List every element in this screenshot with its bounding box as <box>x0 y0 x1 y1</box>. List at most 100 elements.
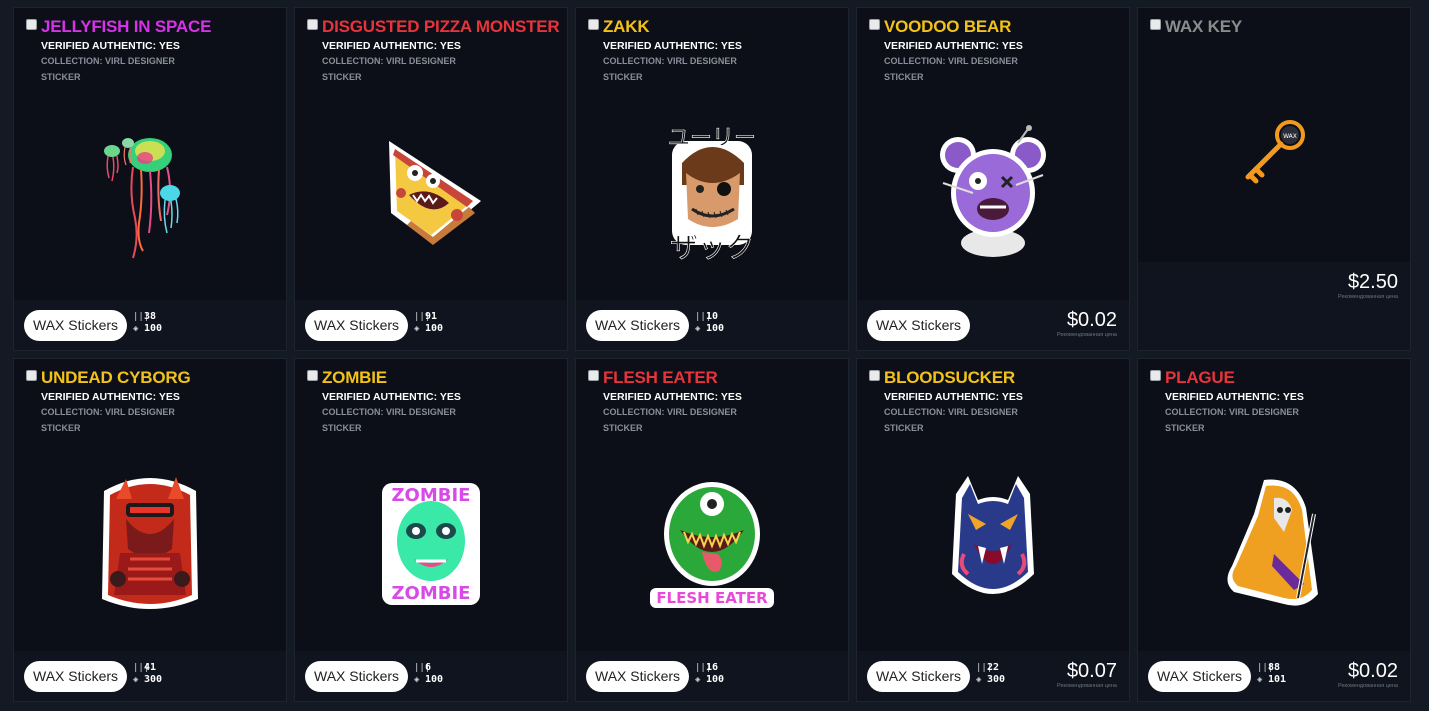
item-card[interactable]: BLOODSUCKER VERIFIED AUTHENTIC: YES COLL… <box>856 358 1130 702</box>
item-image <box>857 439 1129 649</box>
verified-label: VERIFIED AUTHENTIC: YES <box>603 40 742 52</box>
price-value: $0.02 <box>1066 309 1117 331</box>
mint-number: 91 <box>425 311 438 322</box>
select-checkbox[interactable] <box>307 19 318 30</box>
price-note: Рекомендованная цена <box>1338 294 1398 300</box>
collection-badge[interactable]: WAX Stickers <box>305 310 409 341</box>
barcode-icon: ||| <box>695 312 712 322</box>
mint-number: 16 <box>706 662 719 673</box>
select-checkbox[interactable] <box>588 19 599 30</box>
collection-label: COLLECTION: VIRL DESIGNER <box>1165 407 1299 417</box>
max-supply: 100 <box>706 674 725 685</box>
collection-badge[interactable]: WAX Stickers <box>586 661 690 692</box>
verified-label: VERIFIED AUTHENTIC: YES <box>41 391 180 403</box>
collection-label: COLLECTION: VIRL DESIGNER <box>41 56 175 66</box>
item-title: ZAKK <box>603 17 650 36</box>
item-card[interactable]: DISGUSTED PIZZA MONSTER VERIFIED AUTHENT… <box>294 7 568 351</box>
item-title: FLESH EATER <box>603 368 718 387</box>
barcode-icon: ||| <box>414 663 431 673</box>
price-value: $0.02 <box>1347 660 1398 682</box>
max-supply: 100 <box>425 323 444 334</box>
collection-label: COLLECTION: VIRL DESIGNER <box>884 56 1018 66</box>
zakk-art-text-top: ユーリー <box>668 126 756 151</box>
inventory-grid: JELLYFISH IN SPACE VERIFIED AUTHENTIC: Y… <box>13 7 1411 702</box>
price-note: Рекомендованная цена <box>1338 683 1398 689</box>
max-supply: 100 <box>425 674 444 685</box>
item-card[interactable]: FLESH EATER VERIFIED AUTHENTIC: YES COLL… <box>575 358 849 702</box>
bloodsucker-sticker-icon <box>952 476 1034 594</box>
collection-badge[interactable]: WAX Stickers <box>24 661 128 692</box>
item-card[interactable]: PLAGUE VERIFIED AUTHENTIC: YES COLLECTIO… <box>1137 358 1411 702</box>
zombie-art-text-bottom: ZOMBIE <box>392 583 471 604</box>
select-checkbox[interactable] <box>26 19 37 30</box>
select-checkbox[interactable] <box>26 370 37 381</box>
max-supply: 100 <box>144 323 163 334</box>
select-checkbox[interactable] <box>869 19 880 30</box>
item-image <box>295 88 567 298</box>
item-card[interactable]: VOODOO BEAR VERIFIED AUTHENTIC: YES COLL… <box>856 7 1130 351</box>
collection-badge[interactable]: WAX Stickers <box>1148 661 1252 692</box>
type-label: STICKER <box>41 72 81 82</box>
item-card[interactable]: ZAKK VERIFIED AUTHENTIC: YES COLLECTION:… <box>575 7 849 351</box>
item-title: ZOMBIE <box>322 368 387 387</box>
collection-badge[interactable]: WAX Stickers <box>586 310 690 341</box>
stack-icon: ◈ <box>695 324 701 334</box>
collection-label: COLLECTION: VIRL DESIGNER <box>603 407 737 417</box>
type-label: STICKER <box>603 72 643 82</box>
collection-badge[interactable]: WAX Stickers <box>24 310 128 341</box>
stack-icon: ◈ <box>976 675 982 685</box>
item-title: JELLYFISH IN SPACE <box>41 17 212 36</box>
barcode-icon: ||| <box>133 312 150 322</box>
item-title: BLOODSUCKER <box>884 368 1015 387</box>
wax-key-icon: WAX <box>1245 120 1305 184</box>
collection-label: COLLECTION: VIRL DESIGNER <box>322 56 456 66</box>
mint-number: 6 <box>425 662 432 673</box>
collection-badge[interactable]: WAX Stickers <box>305 661 409 692</box>
mint-stats: |||88 ◈ 101 <box>1257 662 1286 686</box>
select-checkbox[interactable] <box>307 370 318 381</box>
verified-label: VERIFIED AUTHENTIC: YES <box>603 391 742 403</box>
select-checkbox[interactable] <box>869 370 880 381</box>
mint-stats: |||10 ◈ 100 <box>695 311 724 335</box>
mint-stats: |||6 ◈ 100 <box>414 662 443 686</box>
select-checkbox[interactable] <box>1150 19 1161 30</box>
stack-icon: ◈ <box>133 675 139 685</box>
type-label: STICKER <box>1165 423 1205 433</box>
undead-cyborg-sticker-icon <box>102 477 198 609</box>
mint-number: 38 <box>144 311 157 322</box>
item-image <box>1138 439 1410 649</box>
mint-number: 22 <box>987 662 1000 673</box>
type-label: STICKER <box>884 72 924 82</box>
stack-icon: ◈ <box>1257 675 1263 685</box>
verified-label: VERIFIED AUTHENTIC: YES <box>884 40 1023 52</box>
mint-number: 41 <box>144 662 157 673</box>
item-card[interactable]: UNDEAD CYBORG VERIFIED AUTHENTIC: YES CO… <box>13 358 287 702</box>
mint-stats: |||16 ◈ 100 <box>695 662 724 686</box>
verified-label: VERIFIED AUTHENTIC: YES <box>322 391 461 403</box>
max-supply: 101 <box>1268 674 1287 685</box>
item-card[interactable]: ZOMBIE VERIFIED AUTHENTIC: YES COLLECTIO… <box>294 358 568 702</box>
item-card[interactable]: WAX KEY WAX $2.50 Рекомендованная цена <box>1137 7 1411 351</box>
collection-badge[interactable]: WAX Stickers <box>867 310 971 341</box>
item-image: ZOMBIE ZOMBIE <box>295 439 567 649</box>
wax-key-text: WAX <box>1283 133 1297 140</box>
item-card[interactable]: JELLYFISH IN SPACE VERIFIED AUTHENTIC: Y… <box>13 7 287 351</box>
select-checkbox[interactable] <box>1150 370 1161 381</box>
type-label: STICKER <box>41 423 81 433</box>
verified-label: VERIFIED AUTHENTIC: YES <box>1165 391 1304 403</box>
barcode-icon: ||| <box>1257 663 1274 673</box>
max-supply: 300 <box>144 674 163 685</box>
collection-badge[interactable]: WAX Stickers <box>867 661 971 692</box>
jellyfish-sticker-icon <box>104 138 180 259</box>
pizza-monster-sticker-icon <box>389 141 481 245</box>
barcode-icon: ||| <box>976 663 993 673</box>
collection-label: COLLECTION: VIRL DESIGNER <box>322 407 456 417</box>
item-image <box>14 88 286 298</box>
stack-icon: ◈ <box>133 324 139 334</box>
mint-stats: |||22 ◈ 300 <box>976 662 1005 686</box>
mint-stats: |||91 ◈ 100 <box>414 311 443 335</box>
price-value: $2.50 <box>1347 271 1398 293</box>
item-image: ユーリー ザック <box>576 88 848 298</box>
select-checkbox[interactable] <box>588 370 599 381</box>
item-title: UNDEAD CYBORG <box>41 368 191 387</box>
